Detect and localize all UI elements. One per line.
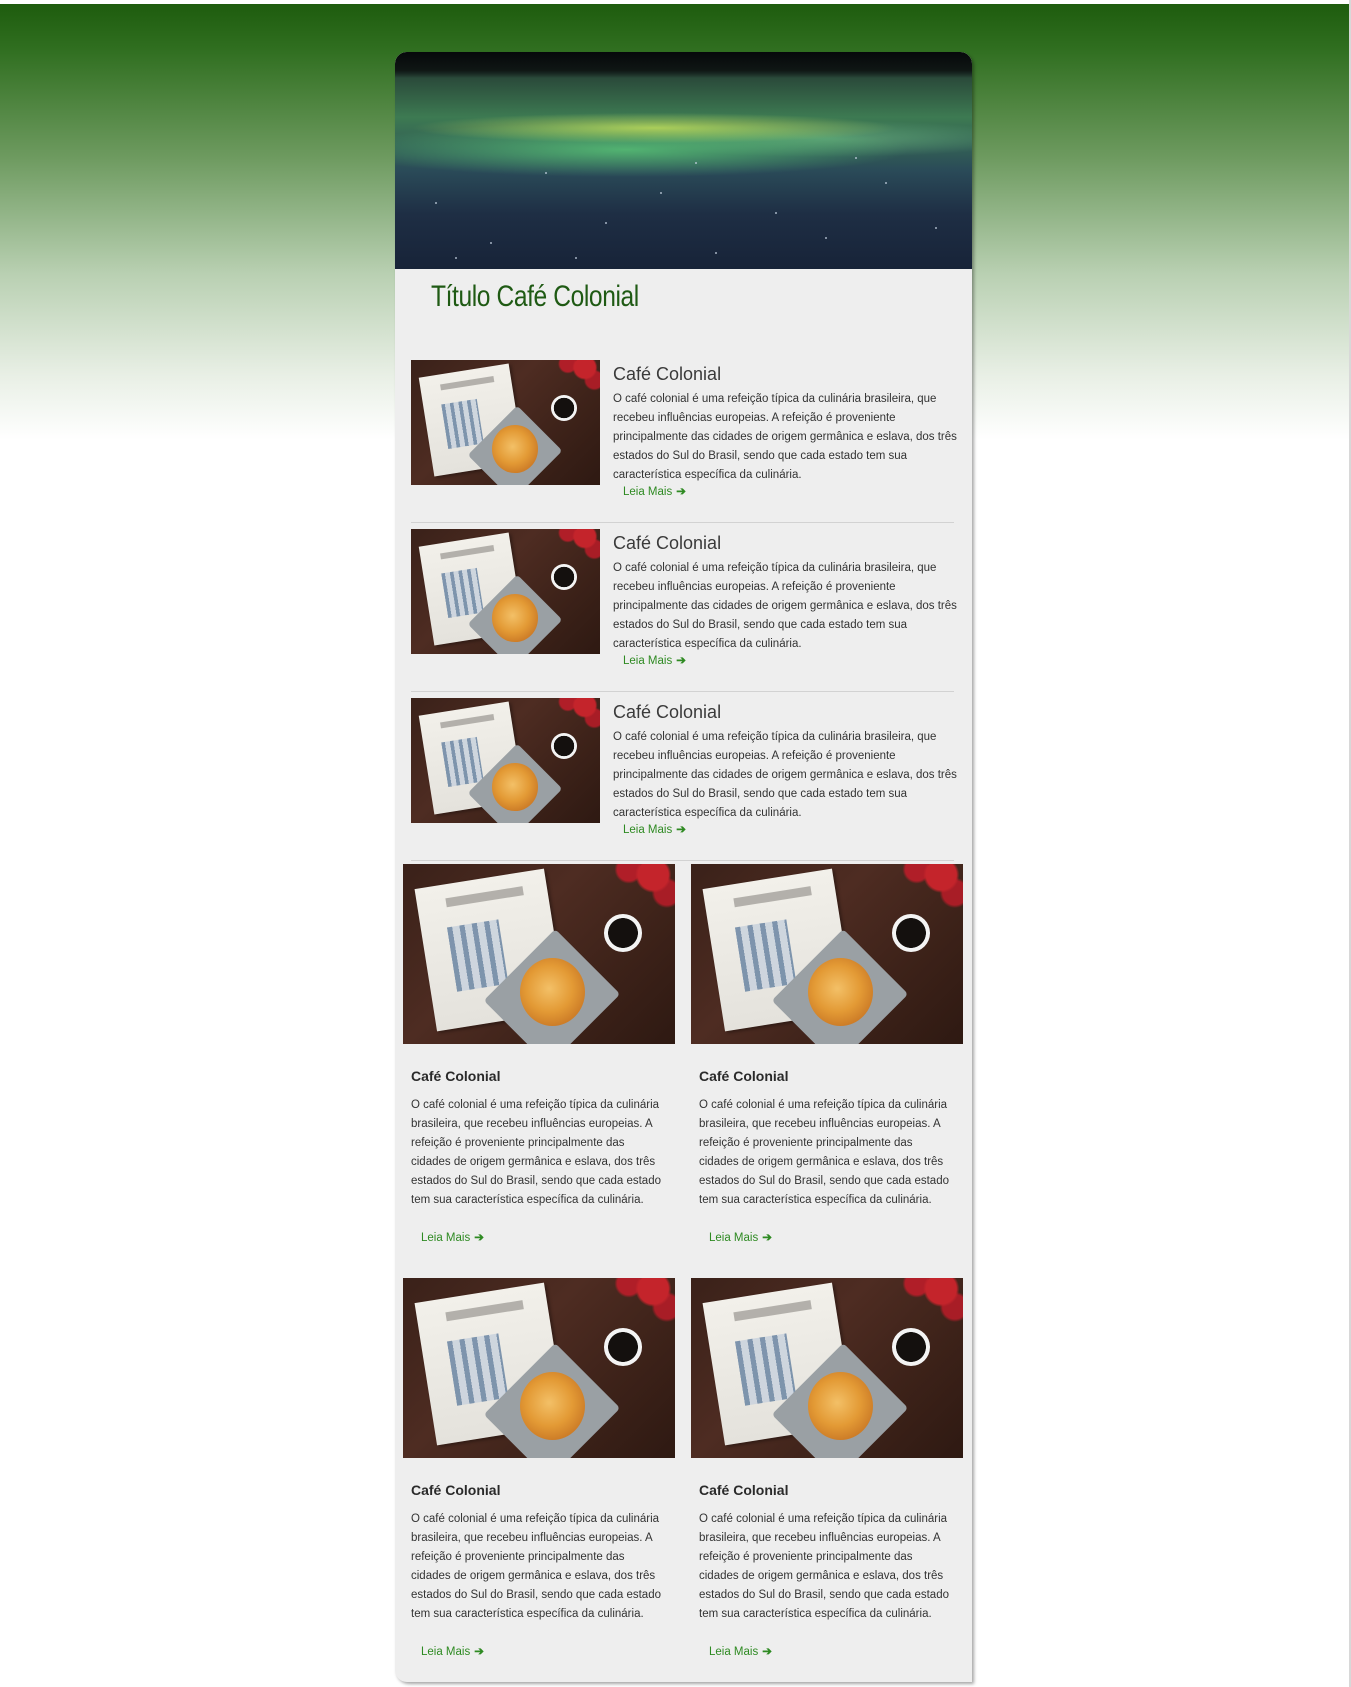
hero-star bbox=[435, 202, 437, 204]
list-item-title: Café Colonial bbox=[613, 533, 722, 553]
hero-star bbox=[490, 242, 492, 244]
read-more-label: Leia Mais bbox=[709, 1232, 759, 1244]
hero-star bbox=[545, 172, 547, 174]
hero-star bbox=[825, 237, 827, 239]
page-title: Título Café Colonial bbox=[431, 280, 639, 313]
coffee-newspaper-image bbox=[691, 864, 963, 1044]
hero-star bbox=[855, 157, 857, 159]
hero-treeline bbox=[395, 52, 972, 78]
hero-star bbox=[695, 162, 697, 164]
grid-card-title: Café Colonial bbox=[699, 1482, 789, 1498]
coffee-newspaper-image bbox=[411, 698, 600, 823]
read-more-label: Leia Mais bbox=[421, 1232, 471, 1244]
hero-star bbox=[455, 257, 457, 259]
list-item-title: Café Colonial bbox=[613, 702, 722, 722]
arrow-right-icon: ➔ bbox=[676, 655, 686, 667]
grid-card-text: O café colonial é uma refeição típica da… bbox=[699, 1099, 949, 1206]
list-item: Café Colonial O café colonial é uma refe… bbox=[411, 521, 957, 692]
hero-star bbox=[575, 257, 577, 259]
grid-card: Café Colonial O café colonial é uma refe… bbox=[691, 1278, 963, 1682]
grid-card-title: Café Colonial bbox=[411, 1482, 501, 1498]
list-item: Café Colonial O café colonial é uma refe… bbox=[411, 352, 957, 523]
coffee-newspaper-image bbox=[411, 360, 600, 485]
coffee-newspaper-image bbox=[403, 864, 675, 1044]
arrow-right-icon: ➔ bbox=[474, 1646, 484, 1658]
grid-card-title: Café Colonial bbox=[411, 1068, 501, 1084]
hero-image bbox=[395, 52, 972, 269]
arrow-right-icon: ➔ bbox=[762, 1646, 772, 1658]
hero-star bbox=[605, 222, 607, 224]
arrow-right-icon: ➔ bbox=[474, 1232, 484, 1244]
grid-card-text: O café colonial é uma refeição típica da… bbox=[411, 1099, 661, 1206]
list-item: Café Colonial O café colonial é uma refe… bbox=[411, 690, 957, 861]
grid-card-text: O café colonial é uma refeição típica da… bbox=[699, 1513, 949, 1620]
grid-card-title: Café Colonial bbox=[699, 1068, 789, 1084]
list-item-title: Café Colonial bbox=[613, 364, 722, 384]
coffee-newspaper-image bbox=[691, 1278, 963, 1458]
hero-star bbox=[715, 252, 717, 254]
read-more-label: Leia Mais bbox=[623, 655, 673, 667]
read-more-link[interactable]: Leia Mais ➔ bbox=[623, 484, 686, 498]
list-item-text: O café colonial é uma refeição típica da… bbox=[613, 562, 957, 650]
read-more-link[interactable]: Leia Mais ➔ bbox=[421, 1644, 484, 1658]
grid-card: Café Colonial O café colonial é uma refe… bbox=[691, 864, 963, 1274]
grid-card-text: O café colonial é uma refeição típica da… bbox=[411, 1513, 661, 1620]
read-more-link[interactable]: Leia Mais ➔ bbox=[623, 822, 686, 836]
read-more-label: Leia Mais bbox=[709, 1646, 759, 1658]
list-item-text: O café colonial é uma refeição típica da… bbox=[613, 731, 957, 819]
grid-card: Café Colonial O café colonial é uma refe… bbox=[403, 864, 675, 1274]
hero-star bbox=[775, 212, 777, 214]
read-more-link[interactable]: Leia Mais ➔ bbox=[709, 1230, 772, 1244]
read-more-label: Leia Mais bbox=[623, 486, 673, 498]
arrow-right-icon: ➔ bbox=[676, 486, 686, 498]
read-more-link[interactable]: Leia Mais ➔ bbox=[421, 1230, 484, 1244]
coffee-newspaper-image bbox=[403, 1278, 675, 1458]
list-item-text: O café colonial é uma refeição típica da… bbox=[613, 393, 957, 481]
read-more-label: Leia Mais bbox=[421, 1646, 471, 1658]
arrow-right-icon: ➔ bbox=[762, 1232, 772, 1244]
grid-card: Café Colonial O café colonial é uma refe… bbox=[403, 1278, 675, 1682]
read-more-link[interactable]: Leia Mais ➔ bbox=[623, 653, 686, 667]
hero-star bbox=[935, 227, 937, 229]
coffee-newspaper-image bbox=[411, 529, 600, 654]
read-more-link[interactable]: Leia Mais ➔ bbox=[709, 1644, 772, 1658]
page-container: Título Café Colonial Café Colonial O caf… bbox=[395, 52, 972, 1682]
read-more-label: Leia Mais bbox=[623, 824, 673, 836]
hero-star bbox=[885, 182, 887, 184]
hero-star bbox=[660, 192, 662, 194]
arrow-right-icon: ➔ bbox=[676, 824, 686, 836]
